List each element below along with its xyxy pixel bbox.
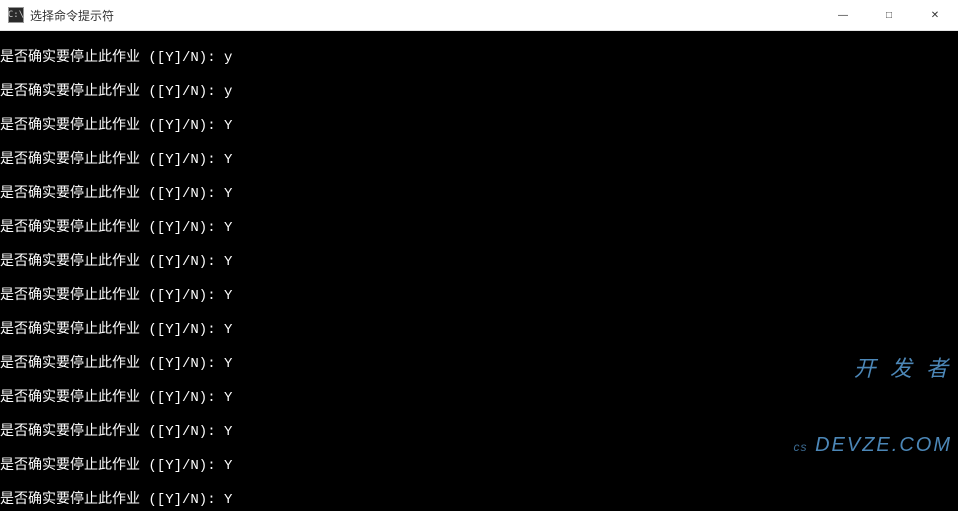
- close-button[interactable]: ✕: [912, 0, 958, 30]
- confirm-prompt: 是否确实要停止此作业 ([Y]/N): Y: [0, 186, 958, 203]
- watermark: 开 发 者 cs DEVZE.COM: [794, 304, 952, 509]
- watermark-sub: cs: [794, 440, 808, 454]
- confirm-prompt: 是否确实要停止此作业 ([Y]/N): Y: [0, 220, 958, 237]
- window-controls: — □ ✕: [820, 0, 958, 30]
- window-title: 选择命令提示符: [30, 7, 820, 24]
- confirm-prompt: 是否确实要停止此作业 ([Y]/N): Y: [0, 152, 958, 169]
- titlebar[interactable]: C:\ 选择命令提示符 — □ ✕: [0, 0, 958, 31]
- watermark-domain: DEVZE.COM: [815, 434, 952, 456]
- confirm-prompt: 是否确实要停止此作业 ([Y]/N): Y: [0, 288, 958, 305]
- watermark-text-mid: cs DEVZE.COM: [794, 434, 952, 456]
- console-icon: C:\: [8, 7, 24, 23]
- watermark-text-top: 开 发 者: [794, 357, 952, 381]
- minimize-button[interactable]: —: [820, 0, 866, 30]
- confirm-prompt: 是否确实要停止此作业 ([Y]/N): Y: [0, 254, 958, 271]
- command-prompt-window: C:\ 选择命令提示符 — □ ✕ 是否确实要停止此作业 ([Y]/N): y …: [0, 0, 958, 511]
- maximize-button[interactable]: □: [866, 0, 912, 30]
- confirm-prompt: 是否确实要停止此作业 ([Y]/N): y: [0, 84, 958, 101]
- terminal-output[interactable]: 是否确实要停止此作业 ([Y]/N): y 是否确实要停止此作业 ([Y]/N)…: [0, 31, 958, 511]
- confirm-prompt: 是否确实要停止此作业 ([Y]/N): Y: [0, 118, 958, 135]
- confirm-prompt: 是否确实要停止此作业 ([Y]/N): y: [0, 50, 958, 67]
